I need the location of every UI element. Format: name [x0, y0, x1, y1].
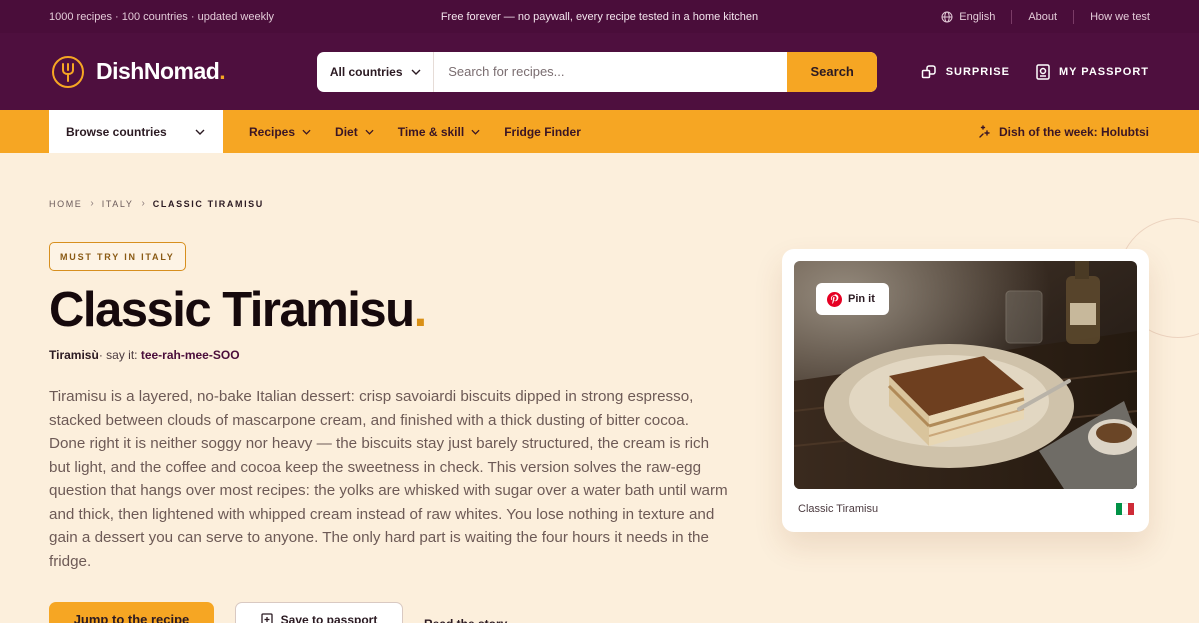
brand-name: DishNomad: [96, 58, 220, 84]
my-passport-label: MY PASSPORT: [1058, 65, 1149, 78]
nav-recipes[interactable]: Recipes: [249, 125, 311, 139]
chevron-right-icon: ›: [141, 198, 145, 209]
language-selector[interactable]: English: [925, 11, 1011, 23]
chevron-down-icon: [411, 69, 421, 75]
site-header: DishNomad. All countries Search SURPRISE…: [0, 33, 1199, 110]
title-dot: .: [413, 283, 428, 337]
my-passport-button[interactable]: MY PASSPORT: [1036, 63, 1149, 80]
shuffle-icon: [921, 64, 936, 78]
recipe-actions: Jump to the recipe Save to passport Read…: [49, 602, 507, 623]
jump-to-recipe-button[interactable]: Jump to the recipe: [49, 602, 214, 623]
how-we-test-link[interactable]: How we test: [1074, 11, 1150, 23]
save-to-passport-button[interactable]: Save to passport: [235, 602, 403, 623]
chevron-down-icon: [195, 129, 205, 135]
nav-fridge-finder[interactable]: Fridge Finder: [504, 125, 581, 139]
fork-icon: [52, 55, 84, 88]
search-button[interactable]: Search: [787, 51, 878, 92]
page-title: Classic Tiramisu.: [49, 282, 428, 338]
recipe-description: Tiramisu is a layered, no-bake Italian d…: [49, 388, 728, 570]
italy-flag-icon: [1116, 503, 1134, 515]
nav-diet[interactable]: Diet: [335, 125, 374, 139]
sparkle-icon: [979, 124, 990, 138]
site-stats: 1000 recipes · 100 countries · updated w…: [49, 10, 275, 23]
dish-of-the-week-label: Dish of the week: Holubtsi: [998, 124, 1149, 139]
country-select-value: All countries: [329, 64, 403, 79]
nav-time-skill-label: Time & skill: [397, 124, 465, 139]
surprise-label: SURPRISE: [945, 65, 1010, 78]
country-select[interactable]: All countries: [317, 51, 435, 92]
brand-dot: .: [219, 58, 226, 84]
nav-time-skill[interactable]: Time & skill: [398, 125, 480, 139]
search-input[interactable]: [434, 51, 788, 92]
pin-it-button[interactable]: Pin it: [816, 283, 889, 315]
read-story-link[interactable]: Read the story: [424, 611, 507, 623]
tiramisu-photo: Pin it: [794, 261, 1137, 489]
recipe-title: Classic Tiramisu: [49, 283, 415, 337]
language-label: English: [959, 10, 996, 23]
chevron-right-icon: ›: [90, 198, 94, 209]
recipe-image-card: Pin it Classic Tiramisu: [782, 249, 1149, 532]
dish-of-the-week-link[interactable]: Dish of the week: Holubtsi: [978, 125, 1149, 139]
save-to-passport-label: Save to passport: [280, 613, 378, 623]
nav-recipes-label: Recipes: [249, 124, 296, 139]
breadcrumb-current: CLASSIC TIRAMISU: [152, 198, 264, 209]
nav-diet-label: Diet: [335, 124, 358, 139]
pin-it-label: Pin it: [848, 293, 875, 305]
breadcrumb: HOME › ITALY › CLASSIC TIRAMISU: [49, 198, 264, 209]
bookmark-plus-icon: [260, 613, 273, 623]
breadcrumb-country[interactable]: ITALY: [102, 199, 134, 209]
native-name: Tiramisù: [49, 348, 99, 362]
breadcrumb-home[interactable]: HOME: [49, 199, 82, 209]
chevron-down-icon: [302, 129, 311, 135]
top-strip: 1000 recipes · 100 countries · updated w…: [0, 0, 1199, 33]
pronunciation: tee-rah-mee-SOO: [140, 348, 240, 362]
chevron-down-icon: [365, 129, 374, 135]
browse-countries-label: Browse countries: [66, 124, 167, 139]
surprise-button[interactable]: SURPRISE: [921, 64, 1010, 80]
passport-icon: [1036, 63, 1050, 80]
pinterest-icon: [827, 291, 842, 307]
chevron-down-icon: [471, 129, 480, 135]
image-caption: Classic Tiramisu: [798, 503, 879, 515]
search-bar: All countries Search: [317, 51, 878, 92]
globe-icon: [941, 11, 953, 22]
main-nav: Browse countries Recipes Diet Time & ski…: [0, 110, 1199, 153]
browse-countries-dropdown[interactable]: Browse countries: [49, 110, 223, 153]
logo[interactable]: DishNomad.: [52, 55, 226, 88]
about-link[interactable]: About: [1012, 11, 1073, 23]
say-it-label: · say it:: [98, 348, 138, 362]
pronunciation-line: Tiramisù· say it: tee-rah-mee-SOO: [49, 348, 240, 362]
must-try-badge: MUST TRY IN ITALY: [49, 242, 186, 271]
